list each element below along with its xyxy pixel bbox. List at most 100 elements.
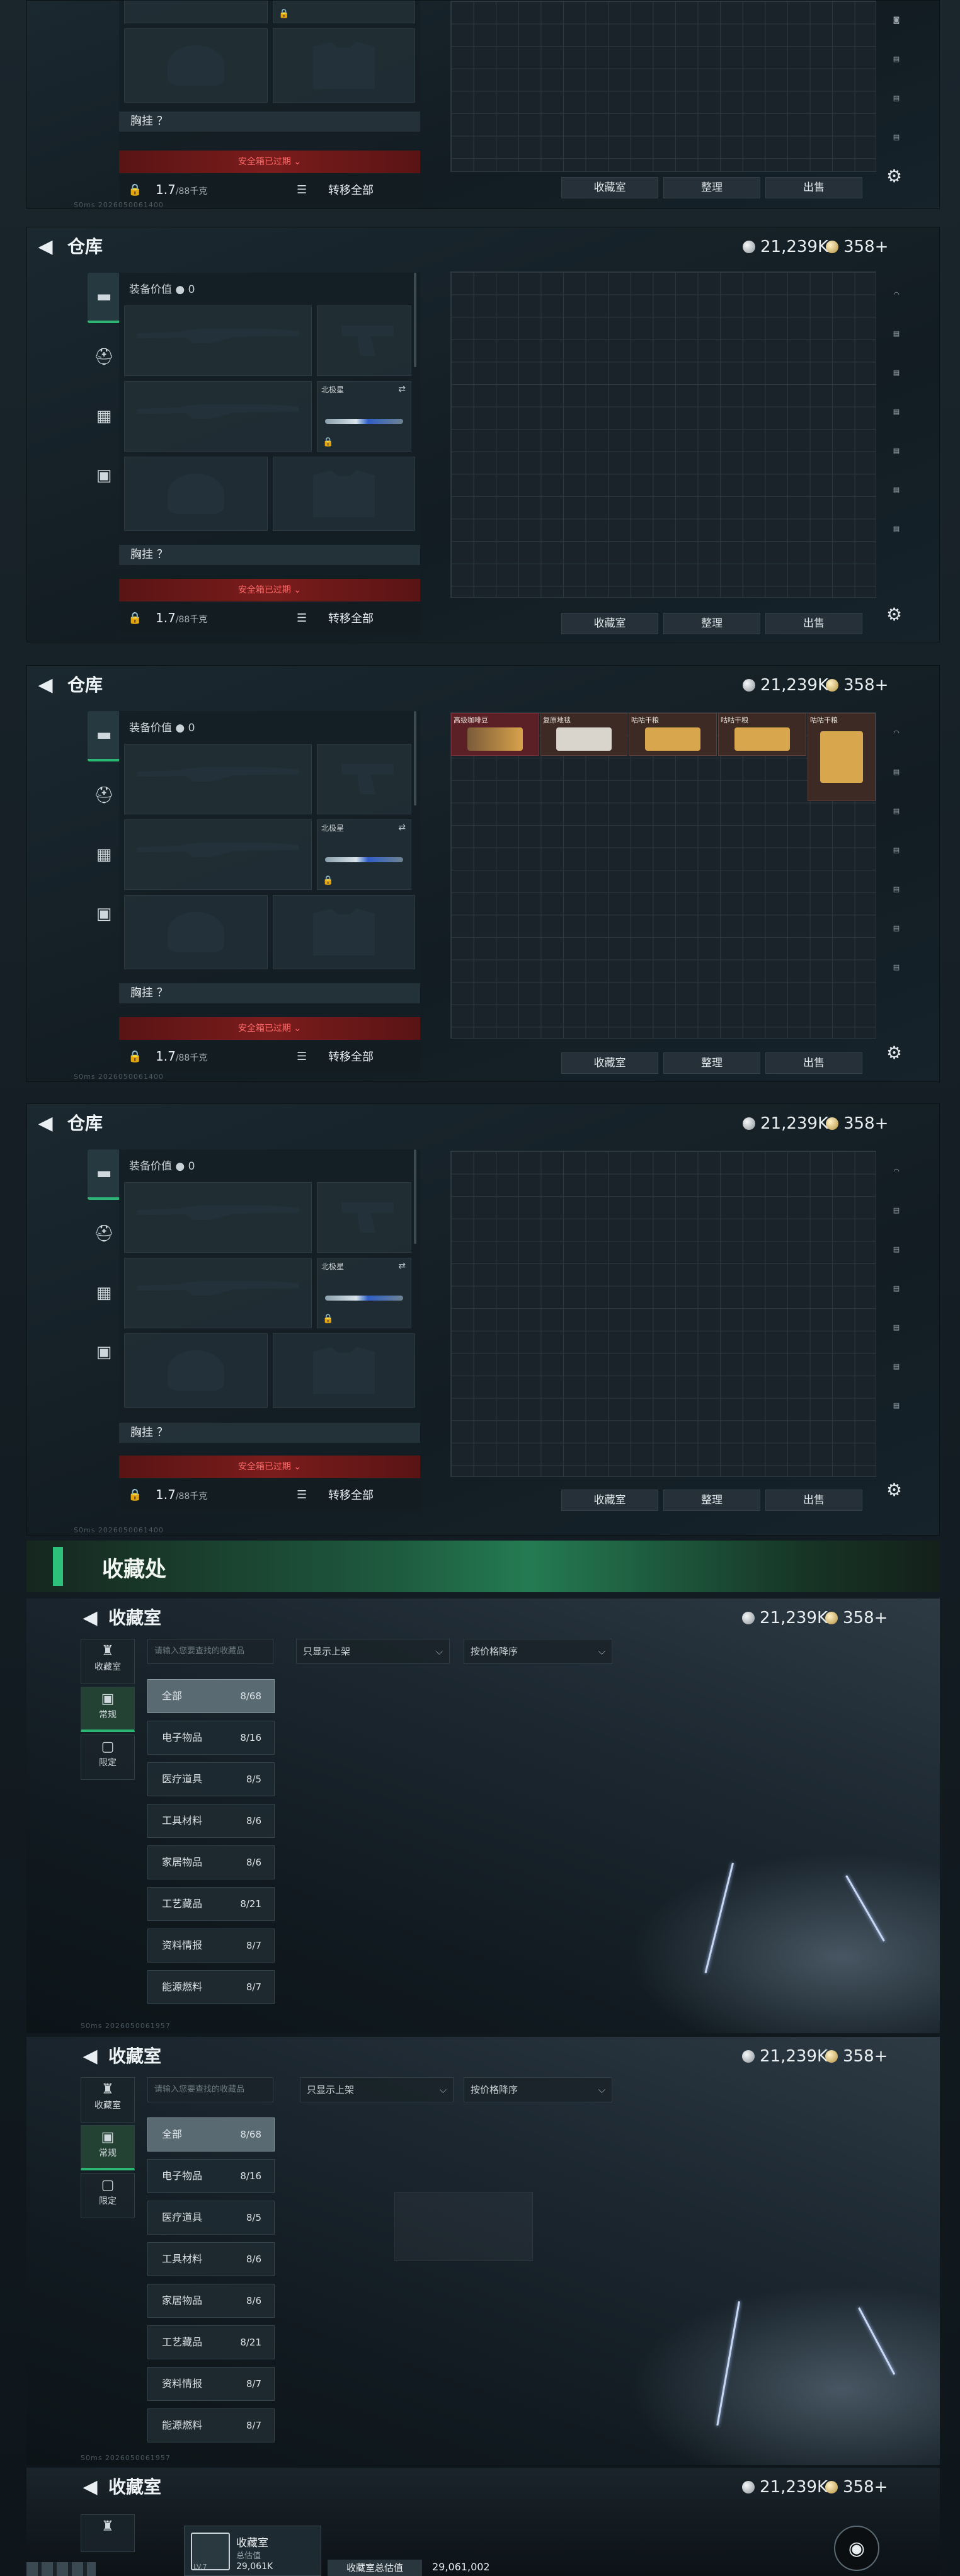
- loot-item[interactable]: 高级咖啡豆: [451, 713, 539, 756]
- tab-bags[interactable]: ▣: [88, 889, 120, 939]
- helmet-slot[interactable]: [124, 28, 268, 103]
- sort-dropdown[interactable]: 按价格降序 ⌵: [464, 1639, 612, 1664]
- filter-icon[interactable]: ▤: [885, 1386, 908, 1425]
- filter-icon[interactable]: ▤: [885, 1269, 908, 1308]
- armor-slot[interactable]: [273, 457, 415, 531]
- primary-weapon-slot[interactable]: [124, 744, 312, 814]
- armor-slot[interactable]: [273, 1333, 415, 1408]
- category-item[interactable]: 能源燃料 8/7: [147, 1970, 275, 2004]
- filter-icon[interactable]: ▤: [885, 831, 908, 870]
- back-icon[interactable]: ◀: [35, 236, 56, 258]
- category-item[interactable]: 能源燃料 8/7: [147, 2408, 275, 2442]
- tab-weapons[interactable]: ▬: [88, 273, 120, 323]
- filter-icon[interactable]: ▤: [885, 40, 908, 79]
- filter-icon[interactable]: ▤: [885, 1308, 908, 1347]
- filter-icon[interactable]: ▤: [885, 1230, 908, 1269]
- filter-icon[interactable]: ▤: [885, 392, 908, 431]
- sort-button[interactable]: 整理: [663, 613, 760, 634]
- helmet-slot[interactable]: [124, 895, 268, 969]
- filter-icon[interactable]: ▤: [885, 792, 908, 831]
- loot-item[interactable]: 咕咕干粮: [808, 713, 876, 801]
- filter-icon[interactable]: ▤: [885, 353, 908, 392]
- safebox-alert[interactable]: 安全箱已过期 ⌄: [119, 579, 420, 601]
- tab-limited[interactable]: ▢ 限定: [81, 1735, 135, 1780]
- category-item[interactable]: 全部 8/68: [147, 2117, 275, 2151]
- category-item[interactable]: 电子物品 8/16: [147, 1721, 275, 1755]
- pistol-slot[interactable]: [317, 744, 411, 814]
- swap-icon[interactable]: ⇄: [398, 384, 406, 394]
- collection-button[interactable]: 收藏室: [561, 613, 658, 634]
- armor-slot[interactable]: [273, 28, 415, 103]
- tab-consumables[interactable]: ▦: [88, 1268, 120, 1318]
- safebox-alert[interactable]: 安全箱已过期 ⌄: [119, 1456, 420, 1478]
- stash-grid[interactable]: 高级咖啡豆 复原地毯 咕咕干粮 咕咕干粮 咕咕干粮: [450, 712, 876, 1039]
- sell-button[interactable]: 出售: [765, 1490, 862, 1511]
- filter-icon[interactable]: ▤: [885, 1347, 908, 1386]
- armor-slot[interactable]: [273, 895, 415, 969]
- melee-slot[interactable]: 北极星 ⇄ 🔒: [317, 819, 411, 890]
- pistol-slot[interactable]: [317, 1182, 411, 1253]
- shelf-filter-dropdown[interactable]: 只显示上架 ⌵: [296, 1639, 450, 1664]
- filter-icon[interactable]: ▤: [885, 314, 908, 353]
- tab-consumables[interactable]: ▦: [88, 829, 120, 880]
- tab-equipment[interactable]: ⛑: [88, 332, 120, 382]
- loot-item[interactable]: 咕咕干粮: [718, 713, 806, 756]
- tab-collection-room[interactable]: ♜ 收藏室: [81, 1639, 135, 1684]
- stash-grid[interactable]: [450, 1151, 876, 1477]
- category-item[interactable]: 工艺藏品 8/21: [147, 1887, 275, 1921]
- sell-button[interactable]: 出售: [765, 613, 862, 634]
- tab-equipment[interactable]: ⛑: [88, 1209, 120, 1259]
- filter-icon[interactable]: ▤: [885, 510, 908, 549]
- swap-icon[interactable]: ⇄: [398, 823, 406, 833]
- secondary-weapon-slot[interactable]: [124, 819, 312, 890]
- category-item[interactable]: 家居物品 8/6: [147, 2284, 275, 2318]
- category-item[interactable]: 工具材料 8/6: [147, 1804, 275, 1838]
- transfer-all-button[interactable]: 转移全部: [328, 1048, 374, 1064]
- search-input[interactable]: 请输入您要查找的收藏品: [147, 1639, 273, 1664]
- safebox-alert[interactable]: 安全箱已过期 ⌄: [119, 1017, 420, 1040]
- sell-button[interactable]: 出售: [765, 1052, 862, 1074]
- stash-grid[interactable]: [450, 271, 876, 598]
- filter-icon[interactable]: ▤: [885, 431, 908, 470]
- collection-button[interactable]: 收藏室: [561, 1490, 658, 1511]
- gear-icon[interactable]: ⚙: [886, 1042, 902, 1063]
- list-icon[interactable]: ☰: [297, 612, 307, 625]
- filter-icon[interactable]: ▤: [885, 753, 908, 792]
- category-item[interactable]: 家居物品 8/6: [147, 1845, 275, 1879]
- category-item[interactable]: 电子物品 8/16: [147, 2159, 275, 2193]
- shelf-filter-dropdown[interactable]: 只显示上架 ⌵: [300, 2077, 454, 2102]
- tab-bags[interactable]: ▣: [88, 450, 120, 501]
- tab-weapons[interactable]: ▬: [88, 1149, 120, 1200]
- record-button[interactable]: ◉: [834, 2526, 879, 2571]
- tab-collection-room[interactable]: ♜: [81, 2514, 135, 2552]
- pistol-slot[interactable]: [317, 305, 411, 376]
- loot-item[interactable]: 咕咕干粮: [629, 713, 717, 756]
- melee-slot[interactable]: 北极星 ⇄ 🔒: [317, 1258, 411, 1328]
- category-item[interactable]: 资料情报 8/7: [147, 1929, 275, 1963]
- all-items-icon[interactable]: ◠: [885, 1152, 908, 1191]
- scrollbar[interactable]: [414, 1149, 416, 1244]
- list-icon[interactable]: ☰: [297, 1488, 307, 1502]
- back-icon[interactable]: ◀: [35, 675, 56, 696]
- primary-weapon-slot[interactable]: [124, 305, 312, 376]
- filter-icon[interactable]: ▤: [885, 470, 908, 510]
- category-item[interactable]: 全部 8/68: [147, 1679, 275, 1713]
- tab-limited[interactable]: ▢ 限定: [81, 2173, 135, 2218]
- stash-grid[interactable]: [450, 1, 876, 172]
- secondary-weapon-slot[interactable]: [124, 381, 312, 452]
- sort-button[interactable]: 整理: [663, 1052, 760, 1074]
- category-item[interactable]: 医疗道具 8/5: [147, 1762, 275, 1796]
- camera-icon[interactable]: ◙: [885, 1, 908, 40]
- gear-icon[interactable]: ⚙: [886, 166, 902, 186]
- tab-consumables[interactable]: ▦: [88, 391, 120, 442]
- search-input[interactable]: 请输入您要查找的收藏品: [147, 2077, 273, 2102]
- safebox-alert[interactable]: 安全箱已过期 ⌄: [119, 151, 420, 173]
- chest-rig-slot[interactable]: 胸挂 ？: [119, 545, 420, 565]
- swap-icon[interactable]: ⇄: [398, 1261, 406, 1271]
- filter-icon[interactable]: ▤: [885, 1191, 908, 1230]
- back-icon[interactable]: ◀: [35, 1113, 56, 1134]
- category-item[interactable]: 工艺藏品 8/21: [147, 2325, 275, 2359]
- tab-bags[interactable]: ▣: [88, 1327, 120, 1377]
- back-icon[interactable]: ◀: [79, 2046, 101, 2067]
- chest-rig-slot[interactable]: 胸挂 ？: [119, 111, 420, 132]
